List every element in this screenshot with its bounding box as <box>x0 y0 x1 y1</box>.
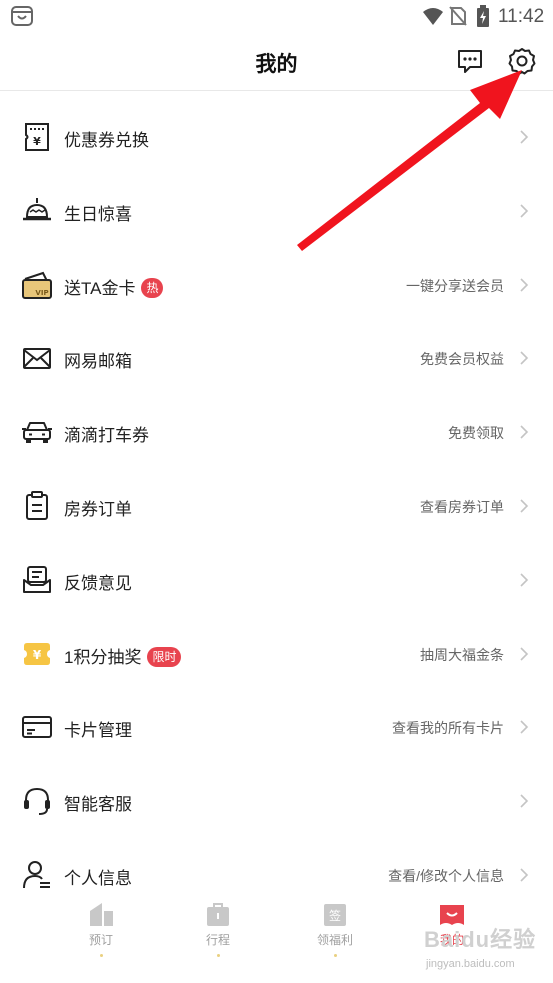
battery-charging-icon <box>477 5 489 27</box>
menu-item-gift-gold-card[interactable]: VIP 送TA金卡热 一键分享送会员 <box>0 248 553 322</box>
chevron-right-icon <box>520 130 529 144</box>
menu-list: ¥ 优惠券兑换 生日惊喜 VIP 送TA金卡热 一键分享送会员 网易邮箱 免费会… <box>0 100 553 912</box>
headset-icon <box>24 788 50 816</box>
status-bar: 11:42 <box>0 0 553 32</box>
chevron-right-icon <box>520 204 529 218</box>
coupon-ticket-icon: ¥ <box>25 123 49 151</box>
wifi-icon <box>423 8 443 25</box>
suitcase-icon <box>207 903 229 926</box>
chevron-right-icon <box>520 794 529 808</box>
tab-label: 预订 <box>88 933 113 947</box>
menu-item-didi-taxi-coupon[interactable]: 滴滴打车券 免费领取 <box>0 395 553 469</box>
menu-item-hint: 查看我的所有卡片 <box>392 720 504 737</box>
chevron-right-icon <box>520 278 529 292</box>
tab-booking[interactable]: 预订 <box>46 893 156 963</box>
menu-item-room-voucher-orders[interactable]: 房券订单 查看房券订单 <box>0 469 553 543</box>
tab-label: 领福利 <box>316 933 353 947</box>
menu-item-card-management[interactable]: 卡片管理 查看我的所有卡片 <box>0 690 553 764</box>
menu-item-coupon-exchange[interactable]: ¥ 优惠券兑换 <box>0 100 553 174</box>
menu-item-hint: 查看房券订单 <box>420 498 504 515</box>
svg-text:签: 签 <box>329 908 341 923</box>
app-notification-icon <box>11 6 33 26</box>
tab-label: 行程 <box>205 933 230 947</box>
menu-item-feedback[interactable]: 反馈意见 <box>0 543 553 617</box>
svg-text:¥: ¥ <box>33 135 41 148</box>
menu-item-label: 优惠券兑换 <box>64 131 149 150</box>
birthday-cake-icon <box>23 197 51 221</box>
chevron-right-icon <box>520 868 529 882</box>
menu-item-label: 房券订单 <box>64 499 132 519</box>
tab-indicator-dot <box>216 954 220 957</box>
chevron-right-icon <box>520 573 529 587</box>
vip-card-icon: VIP <box>22 271 52 299</box>
clipboard-icon <box>26 490 48 520</box>
chevron-right-icon <box>520 351 529 365</box>
chevron-right-icon <box>520 647 529 661</box>
message-icon[interactable] <box>455 46 485 76</box>
menu-item-birthday-surprise[interactable]: 生日惊喜 <box>0 174 553 248</box>
menu-item-hint: 查看/修改个人信息 <box>388 867 504 884</box>
menu-item-label: 个人信息 <box>64 868 132 888</box>
tab-benefits[interactable]: 签 领福利 <box>280 893 390 963</box>
mail-envelope-icon <box>23 348 51 370</box>
chevron-right-icon <box>520 499 529 513</box>
car-icon <box>22 422 52 444</box>
menu-item-label: 卡片管理 <box>64 721 132 741</box>
hot-badge: 热 <box>141 277 164 298</box>
svg-text:¥: ¥ <box>33 648 42 662</box>
watermark-url: jingyan.baidu.com <box>426 958 515 970</box>
baidu-watermark: Baidu经验 jingyan.baidu.com <box>420 920 550 980</box>
tab-indicator-dot <box>99 954 103 957</box>
sign-in-calendar-icon: 签 <box>324 904 346 926</box>
hotel-building-icon <box>90 903 113 926</box>
menu-item-label: 1积分抽奖 限时 <box>64 643 182 668</box>
menu-item-label: 网易邮箱 <box>64 352 132 372</box>
feedback-icon <box>23 565 51 593</box>
points-lottery-icon: ¥ <box>24 642 50 665</box>
menu-item-label: 送TA金卡热 <box>64 274 164 299</box>
menu-item-netease-mail[interactable]: 网易邮箱 免费会员权益 <box>0 321 553 395</box>
menu-item-smart-customer-service[interactable]: 智能客服 <box>0 764 553 838</box>
watermark-text: Baidu经验 <box>424 927 537 952</box>
chevron-right-icon <box>520 720 529 734</box>
menu-item-points-lottery[interactable]: ¥ 1积分抽奖 限时 抽周大福金条 <box>0 617 553 691</box>
menu-item-label: 反馈意见 <box>64 573 132 593</box>
menu-item-hint: 免费会员权益 <box>420 351 504 368</box>
svg-text:VIP: VIP <box>35 289 48 297</box>
menu-item-label: 滴滴打车券 <box>64 426 149 446</box>
user-profile-icon <box>23 860 50 889</box>
menu-item-hint: 一键分享送会员 <box>406 277 504 294</box>
tab-itinerary[interactable]: 行程 <box>163 893 273 963</box>
menu-item-label: 智能客服 <box>64 795 132 815</box>
menu-item-label: 生日惊喜 <box>64 204 132 224</box>
no-sim-icon <box>449 6 467 26</box>
clock-time: 11:42 <box>498 6 545 27</box>
menu-item-hint: 免费领取 <box>448 425 504 442</box>
page-header: 我的 <box>0 32 553 91</box>
chevron-right-icon <box>520 425 529 439</box>
menu-item-hint: 抽周大福金条 <box>420 646 504 663</box>
card-icon <box>22 716 52 739</box>
tab-indicator-dot <box>333 954 337 957</box>
settings-gear-icon[interactable] <box>507 46 537 76</box>
limited-time-badge: 限时 <box>147 646 182 667</box>
